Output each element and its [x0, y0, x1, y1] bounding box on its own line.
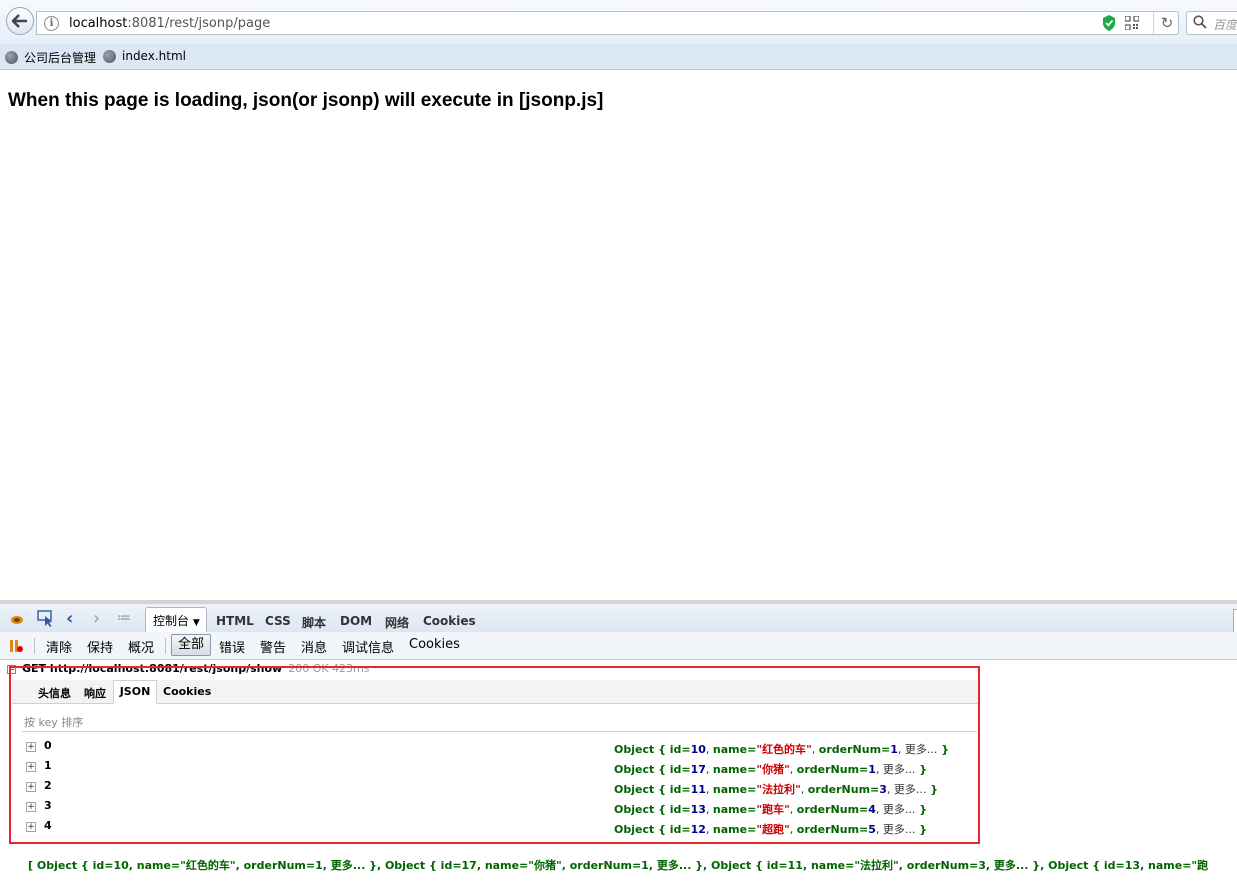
console-output-line[interactable]: [ Object { id=10, name="红色的车", orderNum=…	[28, 857, 1208, 873]
url-text[interactable]: localhost:8081/rest/jsonp/page	[69, 16, 270, 31]
reload-icon: ↻	[1160, 14, 1174, 32]
tab-css[interactable]: CSS	[265, 614, 291, 628]
filter-warnings-button[interactable]: 警告	[260, 637, 286, 656]
url-host: localhost	[69, 16, 128, 31]
tab-script[interactable]: 脚本	[302, 614, 326, 631]
firebug-tab-bar: ‹ › ≔ 控制台 ▼ HTML CSS 脚本 DOM 网络 Cookies	[0, 600, 1237, 633]
console-toolbar: 清除 保持 概况 全部 错误 警告 消息 调试信息 Cookies	[0, 632, 1237, 660]
filter-info-button[interactable]: 消息	[301, 637, 327, 656]
search-placeholder: 百度	[1213, 18, 1237, 32]
firebug-search-box[interactable]	[1233, 609, 1237, 633]
clear-button[interactable]: 清除	[46, 637, 72, 656]
highlight-annotation-box	[9, 666, 980, 844]
filter-cookies-button[interactable]: Cookies	[409, 637, 460, 652]
back-arrow-icon	[12, 14, 27, 28]
shield-icon[interactable]	[1102, 15, 1116, 31]
url-bar[interactable]: i localhost:8081/rest/jsonp/page ↻	[36, 11, 1179, 35]
tab-console-label: 控制台	[153, 614, 190, 628]
back-arrow-icon[interactable]: ‹	[66, 608, 73, 629]
site-info-icon[interactable]: i	[44, 16, 59, 31]
profile-button[interactable]: 概况	[128, 637, 154, 656]
filter-all-button[interactable]: 全部	[171, 634, 211, 656]
persist-button[interactable]: 保持	[87, 637, 113, 656]
filter-debug-button[interactable]: 调试信息	[342, 637, 394, 656]
url-path: :8081/rest/jsonp/page	[127, 16, 271, 31]
globe-icon	[5, 51, 18, 64]
tab-dom[interactable]: DOM	[340, 614, 372, 628]
forward-arrow-icon[interactable]: ›	[93, 608, 100, 629]
divider	[165, 638, 166, 654]
tab-html[interactable]: HTML	[216, 614, 254, 628]
tab-console[interactable]: 控制台 ▼	[145, 607, 207, 633]
filter-errors-button[interactable]: 错误	[219, 637, 245, 656]
globe-icon	[103, 49, 116, 63]
back-button[interactable]	[6, 7, 34, 35]
bookmark-item-index[interactable]: index.html	[103, 49, 186, 63]
reload-button[interactable]: ↻	[1153, 12, 1180, 34]
search-icon	[1193, 15, 1207, 29]
bookmark-item-company-admin[interactable]: 公司后台管理	[5, 49, 96, 66]
search-input[interactable]: 百度	[1186, 11, 1237, 35]
bookmark-label: 公司后台管理	[24, 51, 97, 65]
qr-code-icon[interactable]	[1125, 16, 1139, 30]
inspect-element-icon[interactable]	[37, 610, 54, 627]
bookmark-label: index.html	[122, 49, 186, 63]
chevron-down-icon: ▼	[192, 618, 200, 628]
firebug-bug-icon[interactable]	[9, 613, 25, 625]
divider	[34, 638, 35, 654]
pause-icon[interactable]	[9, 639, 23, 653]
bookmarks-bar: 公司后台管理 index.html	[0, 44, 1237, 70]
browser-toolbar: i localhost:8081/rest/jsonp/page ↻ 百度	[0, 0, 1237, 44]
tab-cookies[interactable]: Cookies	[423, 614, 476, 628]
command-line-icon[interactable]: ≔	[117, 610, 131, 626]
firebug-panel: ‹ › ≔ 控制台 ▼ HTML CSS 脚本 DOM 网络 Cookies 清…	[0, 600, 1237, 884]
page-heading: When this page is loading, json(or jsonp…	[8, 90, 604, 111]
tab-net[interactable]: 网络	[385, 614, 409, 631]
